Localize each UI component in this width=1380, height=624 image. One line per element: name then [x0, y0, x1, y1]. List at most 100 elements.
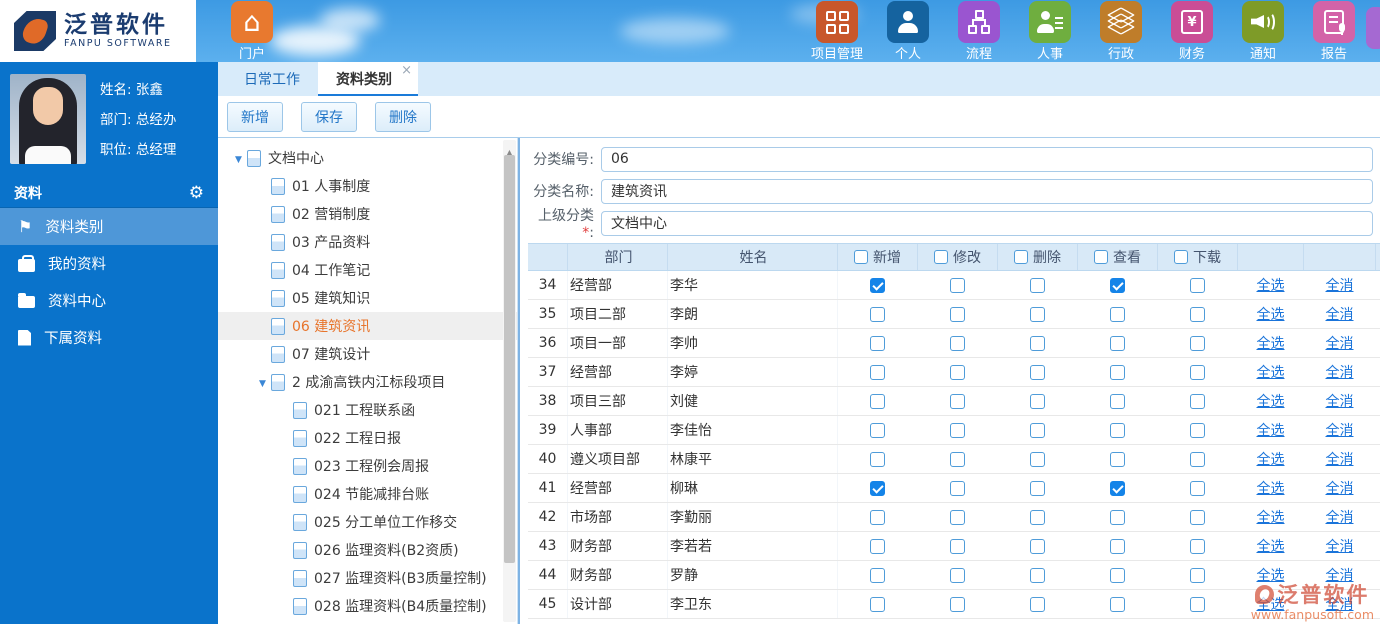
checkbox[interactable] [1030, 422, 1045, 438]
tree-item[interactable]: 05 建筑知识 [218, 284, 517, 312]
tree-item[interactable]: 021 工程联系函 [218, 396, 517, 424]
checkbox[interactable] [1190, 509, 1205, 525]
checkbox[interactable] [1110, 422, 1125, 438]
checkbox[interactable] [950, 567, 965, 583]
checkbox[interactable] [1030, 277, 1045, 293]
expand-arrow-icon[interactable] [230, 150, 247, 166]
checkbox[interactable] [1094, 250, 1108, 264]
tree-item[interactable]: 022 工程日报 [218, 424, 517, 452]
checkbox[interactable] [1030, 567, 1045, 583]
scroll-up-arrow-icon[interactable] [503, 140, 516, 153]
table-row[interactable]: 37 经营部 李婷 全选 全消 [528, 358, 1380, 387]
clear-all-link[interactable]: 全消 [1326, 391, 1354, 411]
checkbox[interactable] [1110, 596, 1125, 612]
checkbox[interactable] [1110, 480, 1125, 496]
category-name-input[interactable] [601, 178, 1373, 204]
select-all-link[interactable]: 全选 [1257, 391, 1285, 411]
table-row[interactable]: 34 经营部 李华 全选 全消 [528, 271, 1380, 300]
select-all-link[interactable]: 全选 [1257, 420, 1285, 440]
checkbox[interactable] [950, 335, 965, 351]
table-row[interactable]: 41 经营部 柳琳 全选 全消 [528, 474, 1380, 503]
gear-icon[interactable] [189, 183, 204, 203]
tree-item[interactable]: 04 工作笔记 [218, 256, 517, 284]
nav-item-workflow[interactable]: 流程 [951, 0, 1007, 62]
delete-button[interactable]: 删除 [375, 101, 431, 132]
checkbox[interactable] [1110, 538, 1125, 554]
checkbox[interactable] [1110, 393, 1125, 409]
clear-all-link[interactable]: 全消 [1326, 536, 1354, 556]
clear-all-link[interactable]: 全消 [1326, 449, 1354, 469]
checkbox[interactable] [870, 480, 885, 496]
checkbox[interactable] [870, 335, 885, 351]
clear-all-link[interactable]: 全消 [1326, 304, 1354, 324]
checkbox[interactable] [950, 480, 965, 496]
select-all-link[interactable]: 全选 [1257, 333, 1285, 353]
tree-item[interactable]: 024 节能减排台账 [218, 480, 517, 508]
nav-item-report[interactable]: 报告 [1306, 0, 1362, 62]
tree-item[interactable]: 07 建筑设计 [218, 340, 517, 368]
checkbox[interactable] [1030, 364, 1045, 380]
tree-item-clipped[interactable] [218, 620, 517, 624]
tab-daily-work[interactable]: 日常工作 [226, 62, 318, 96]
checkbox[interactable] [950, 277, 965, 293]
select-all-link[interactable]: 全选 [1257, 304, 1285, 324]
select-all-link[interactable]: 全选 [1257, 565, 1285, 585]
checkbox[interactable] [934, 250, 948, 264]
nav-item-partial-icon[interactable] [1366, 7, 1380, 49]
table-row[interactable]: 43 财务部 李若若 全选 全消 [528, 532, 1380, 561]
checkbox[interactable] [1030, 509, 1045, 525]
select-all-link[interactable]: 全选 [1257, 536, 1285, 556]
select-all-link[interactable]: 全选 [1257, 507, 1285, 527]
checkbox[interactable] [950, 538, 965, 554]
expand-arrow-icon[interactable] [254, 374, 271, 390]
checkbox[interactable] [870, 422, 885, 438]
checkbox[interactable] [1190, 538, 1205, 554]
table-row[interactable]: 40 遵义项目部 林康平 全选 全消 [528, 445, 1380, 474]
parent-category-input[interactable] [601, 210, 1373, 236]
clear-all-link[interactable]: 全消 [1326, 507, 1354, 527]
category-code-input[interactable] [601, 146, 1373, 172]
checkbox[interactable] [1174, 250, 1188, 264]
tree-item[interactable]: 027 监理资料(B3质量控制) [218, 564, 517, 592]
checkbox[interactable] [1110, 567, 1125, 583]
checkbox[interactable] [1110, 277, 1125, 293]
checkbox[interactable] [950, 596, 965, 612]
checkbox[interactable] [1190, 277, 1205, 293]
table-row[interactable]: 42 市场部 李勤丽 全选 全消 [528, 503, 1380, 532]
nav-item-finance[interactable]: 财务 [1164, 0, 1220, 62]
tree-item[interactable]: 01 人事制度 [218, 172, 517, 200]
checkbox[interactable] [1190, 364, 1205, 380]
checkbox[interactable] [1030, 335, 1045, 351]
checkbox[interactable] [1030, 306, 1045, 322]
nav-item-portal[interactable]: 门户 [224, 0, 280, 62]
nav-item-hr[interactable]: 人事 [1022, 0, 1078, 62]
clear-all-link[interactable]: 全消 [1326, 420, 1354, 440]
checkbox[interactable] [1110, 306, 1125, 322]
clear-all-link[interactable]: 全消 [1326, 275, 1354, 295]
clear-all-link[interactable]: 全消 [1326, 362, 1354, 382]
tree-item[interactable]: 03 产品资料 [218, 228, 517, 256]
tree-item[interactable]: 025 分工单位工作移交 [218, 508, 517, 536]
checkbox[interactable] [854, 250, 868, 264]
table-row[interactable]: 38 项目三部 刘健 全选 全消 [528, 387, 1380, 416]
checkbox[interactable] [870, 393, 885, 409]
checkbox[interactable] [1030, 480, 1045, 496]
clear-all-link[interactable]: 全消 [1326, 333, 1354, 353]
tab-data-category[interactable]: 资料类别 × [318, 62, 418, 96]
checkbox[interactable] [870, 277, 885, 293]
checkbox[interactable] [1030, 538, 1045, 554]
checkbox[interactable] [1110, 335, 1125, 351]
checkbox[interactable] [1030, 393, 1045, 409]
tree-item-project[interactable]: 2 成渝高铁内江标段项目 [218, 368, 517, 396]
checkbox[interactable] [870, 306, 885, 322]
checkbox[interactable] [1190, 451, 1205, 467]
checkbox[interactable] [950, 306, 965, 322]
checkbox[interactable] [950, 364, 965, 380]
table-row[interactable]: 39 人事部 李佳怡 全选 全消 [528, 416, 1380, 445]
scrollbar-thumb[interactable] [504, 155, 515, 563]
tree-item[interactable]: 028 监理资料(B4质量控制) [218, 592, 517, 620]
checkbox[interactable] [950, 422, 965, 438]
select-all-link[interactable]: 全选 [1257, 275, 1285, 295]
checkbox[interactable] [1190, 567, 1205, 583]
checkbox[interactable] [1190, 596, 1205, 612]
